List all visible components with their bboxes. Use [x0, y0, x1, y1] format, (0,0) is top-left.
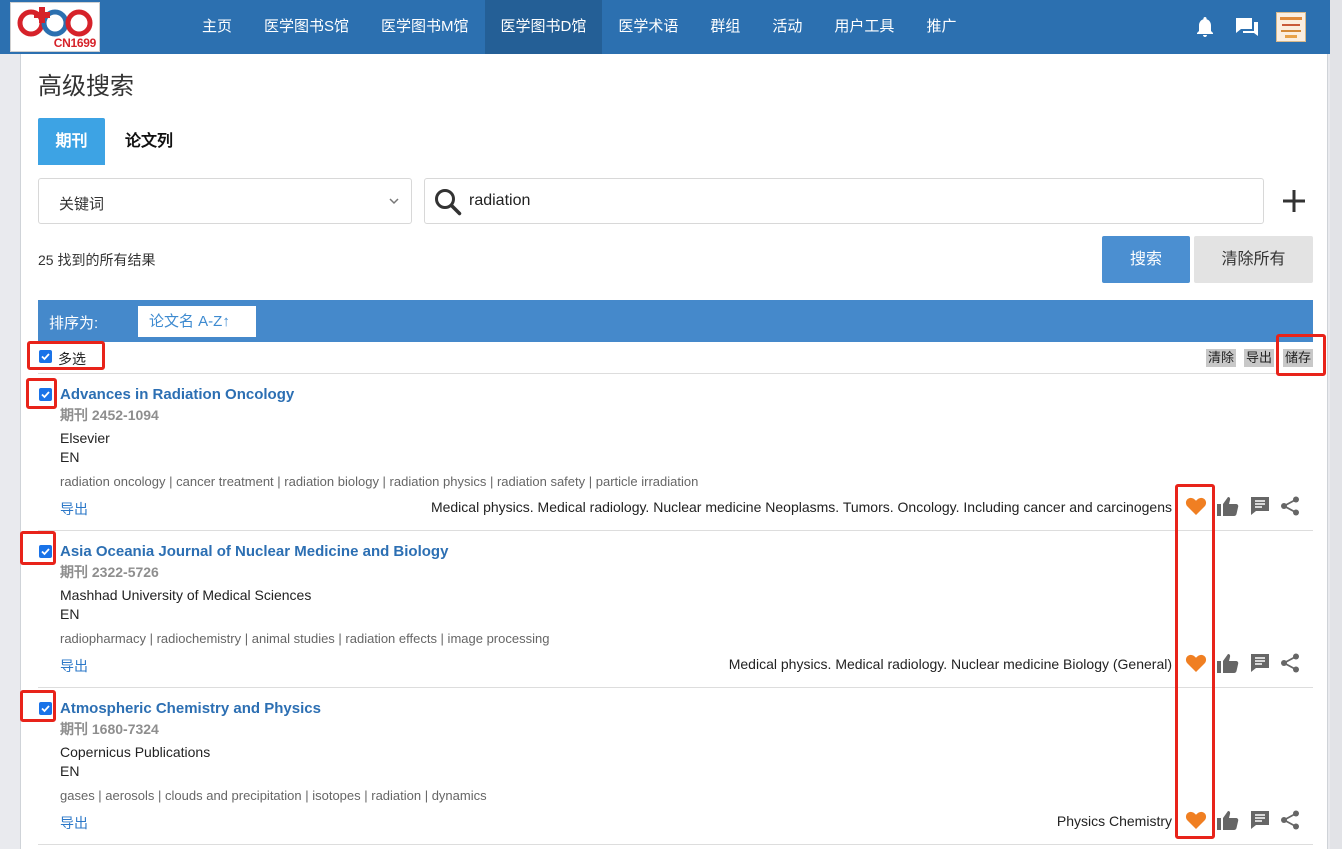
result-issn: 期刊 2322-5726	[60, 564, 159, 580]
result-count: 25 找到的所有结果	[38, 252, 156, 268]
search-icon	[435, 189, 462, 216]
comment-icon[interactable]	[1246, 806, 1274, 834]
chat-icon[interactable]	[1230, 11, 1264, 43]
nav-item-groups[interactable]: 群组	[694, 0, 756, 54]
logo-rings-icon	[17, 7, 93, 37]
result-item: Atmospheric Chemistry and Physics 期刊 168…	[38, 688, 1313, 845]
heart-icon[interactable]	[1182, 649, 1210, 677]
comment-icon[interactable]	[1246, 649, 1274, 677]
result-item: Asia Oceania Journal of Nuclear Medicine…	[38, 531, 1313, 688]
select-all-checkbox[interactable]	[39, 350, 52, 363]
nav-item-library-m[interactable]: 医学图书M馆	[365, 0, 485, 54]
result-title-link[interactable]: Asia Oceania Journal of Nuclear Medicine…	[60, 543, 448, 560]
share-icon[interactable]	[1276, 492, 1304, 520]
result-keywords: radiation oncology | cancer treatment | …	[60, 474, 699, 489]
tab-papers[interactable]: 论文列	[125, 118, 173, 165]
result-keywords: gases | aerosols | clouds and precipitat…	[60, 788, 487, 803]
bell-icon[interactable]	[1188, 11, 1222, 43]
heart-icon[interactable]	[1182, 806, 1210, 834]
nav-item-home[interactable]: 主页	[186, 0, 248, 54]
share-icon[interactable]	[1276, 806, 1304, 834]
result-subjects: Medical physics. Medical radiology. Nucl…	[430, 499, 1172, 515]
plus-icon	[1283, 190, 1305, 212]
multi-select-label: 多选	[58, 351, 86, 367]
nav-item-user-tools[interactable]: 用户工具	[818, 0, 910, 54]
result-title-link[interactable]: Advances in Radiation Oncology	[60, 386, 294, 403]
result-title-link[interactable]: Atmospheric Chemistry and Physics	[60, 700, 321, 717]
search-box[interactable]	[424, 178, 1264, 224]
add-criteria-button[interactable]	[1279, 186, 1309, 216]
nav-item-library-d[interactable]: 医学图书D馆	[484, 0, 603, 54]
result-subjects: Physics Chemistry	[1056, 813, 1172, 829]
result-issn: 期刊 2452-1094	[60, 407, 159, 423]
result-publisher: Copernicus Publications	[60, 744, 211, 760]
thumbs-up-icon[interactable]	[1214, 649, 1242, 677]
result-export-link[interactable]: 导出	[60, 656, 88, 676]
user-avatar[interactable]	[1276, 12, 1306, 42]
search-input[interactable]	[469, 189, 1249, 213]
nav-item-promotion[interactable]: 推广	[910, 0, 972, 54]
sort-bar: 排序为: 论文名 A-Z↑	[38, 300, 1313, 342]
search-field-value: 关键词	[59, 196, 105, 213]
result-publisher: Mashhad University of Medical Sciences	[60, 587, 312, 603]
nav-icon-group	[1180, 11, 1306, 43]
site-logo[interactable]: CN1699	[10, 2, 100, 52]
result-export-link[interactable]: 导出	[60, 499, 88, 519]
thumbs-up-icon[interactable]	[1214, 806, 1242, 834]
selection-bar: 多选 清除 导出 储存	[38, 343, 1313, 374]
main-panel: 高级搜索 期刊 论文列 关键词 25 找到的所有结果 搜索 清除所有 排序为: …	[20, 54, 1328, 849]
comment-icon[interactable]	[1246, 492, 1274, 520]
result-checkbox[interactable]	[39, 388, 52, 401]
nav-item-events[interactable]: 活动	[756, 0, 818, 54]
result-checkbox[interactable]	[39, 702, 52, 715]
thumbs-up-icon[interactable]	[1214, 492, 1242, 520]
result-subjects: Medical physics. Medical radiology. Nucl…	[728, 656, 1172, 672]
result-issn: 期刊 1680-7324	[60, 721, 159, 737]
result-language: EN	[60, 763, 80, 779]
result-keywords: radiopharmacy | radiochemistry | animal …	[60, 631, 550, 646]
search-button[interactable]: 搜索	[1102, 236, 1190, 283]
sort-label: 排序为:	[49, 315, 99, 332]
result-checkbox[interactable]	[39, 545, 52, 558]
result-item: Advances in Radiation Oncology 期刊 2452-1…	[38, 374, 1313, 531]
result-language: EN	[60, 449, 80, 465]
page-scrollbar[interactable]	[1330, 0, 1342, 849]
clear-all-button[interactable]: 清除所有	[1194, 236, 1313, 283]
result-language: EN	[60, 606, 80, 622]
nav-item-terminology[interactable]: 医学术语	[602, 0, 694, 54]
share-icon[interactable]	[1276, 649, 1304, 677]
export-selection-button[interactable]: 导出	[1244, 349, 1275, 367]
page-title: 高级搜索	[38, 73, 134, 100]
chevron-down-icon	[389, 198, 399, 205]
logo-text: CN1699	[53, 36, 97, 50]
save-selection-button[interactable]: 储存	[1283, 349, 1313, 367]
result-publisher: Elsevier	[60, 430, 110, 446]
search-field-select[interactable]: 关键词	[38, 178, 412, 224]
heart-icon[interactable]	[1182, 492, 1210, 520]
nav-item-library-s[interactable]: 医学图书S馆	[248, 0, 365, 54]
top-navbar: CN1699 主页 医学图书S馆 医学图书M馆 医学图书D馆 医学术语 群组 活…	[0, 0, 1342, 54]
sort-by-title-button[interactable]: 论文名 A-Z↑	[138, 306, 256, 337]
tab-journal[interactable]: 期刊	[38, 118, 105, 165]
nav-menu: 主页 医学图书S馆 医学图书M馆 医学图书D馆 医学术语 群组 活动 用户工具 …	[186, 0, 972, 54]
result-export-link[interactable]: 导出	[60, 813, 88, 833]
clear-selection-button[interactable]: 清除	[1206, 349, 1237, 367]
